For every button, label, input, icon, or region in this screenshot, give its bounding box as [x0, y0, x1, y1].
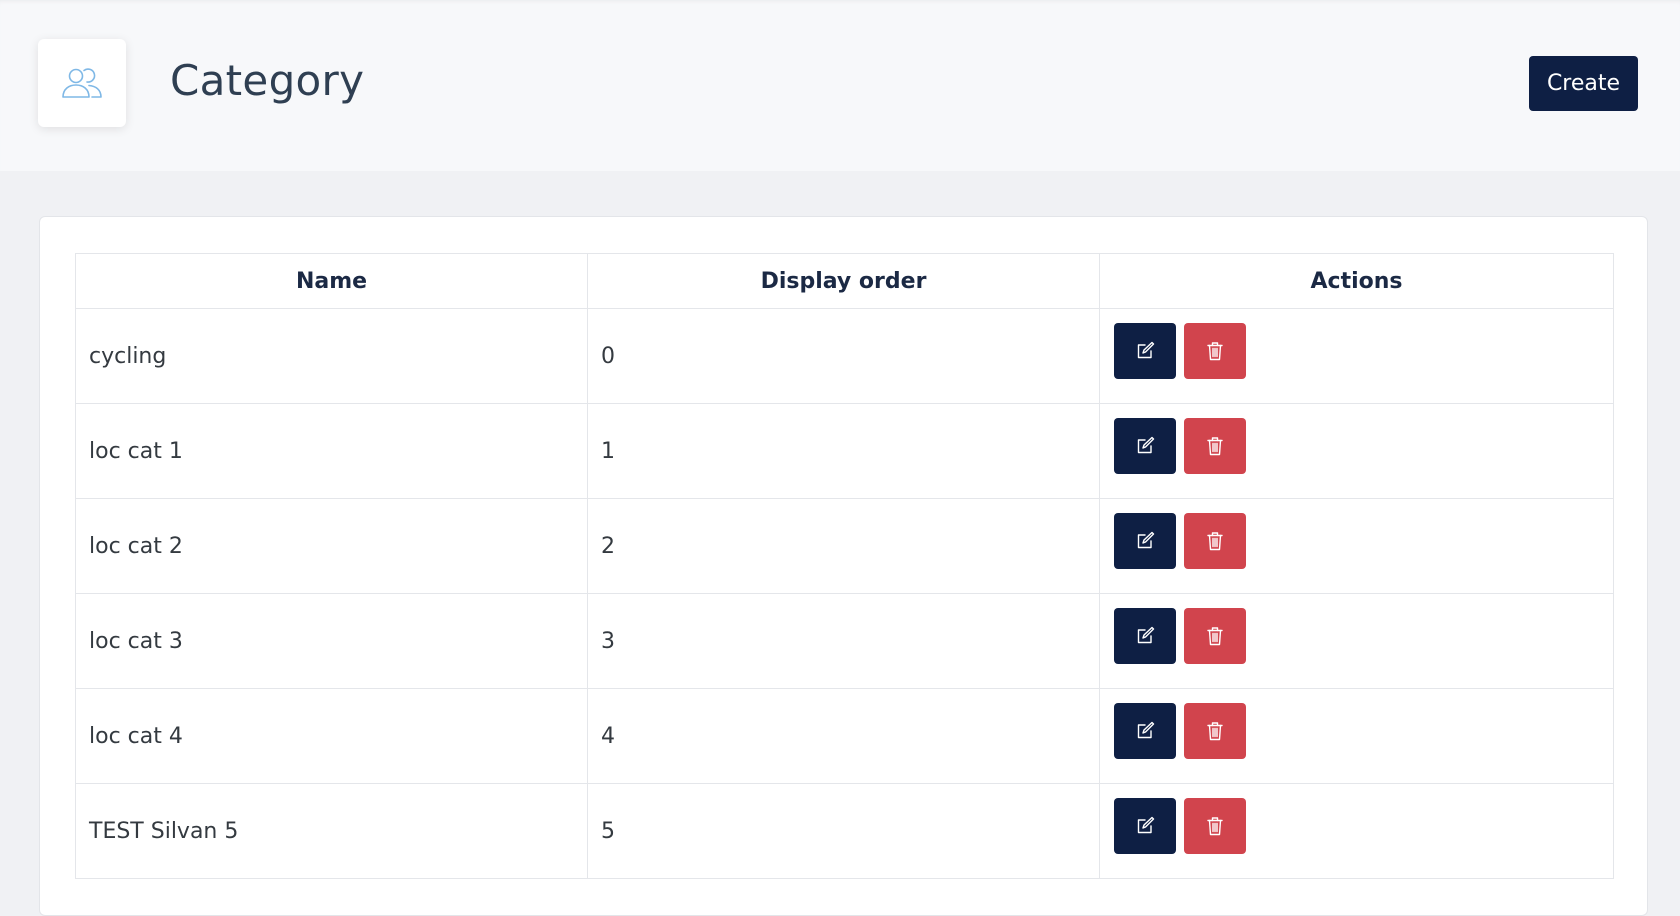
edit-icon	[1137, 721, 1155, 739]
delete-button[interactable]	[1184, 323, 1246, 379]
edit-icon	[1137, 816, 1155, 834]
category-name-cell: cycling	[75, 308, 588, 404]
display-order-cell: 1	[587, 403, 1100, 499]
trash-icon	[1207, 437, 1223, 456]
column-header-display-order: Display order	[587, 253, 1100, 309]
edit-button[interactable]	[1114, 418, 1176, 474]
category-name-cell: loc cat 1	[75, 403, 588, 499]
category-table: Name Display order Actions cycling 0 loc c…	[75, 253, 1614, 879]
table-row: loc cat 33	[75, 593, 1614, 689]
trash-icon	[1207, 817, 1223, 836]
edit-button[interactable]	[1114, 608, 1176, 664]
edit-button[interactable]	[1114, 798, 1176, 854]
table-row: TEST Silvan 55	[75, 783, 1614, 879]
edit-icon	[1137, 436, 1155, 454]
table-row: cycling 0	[75, 308, 1614, 404]
trash-icon	[1207, 627, 1223, 646]
trash-icon	[1207, 722, 1223, 741]
delete-button[interactable]	[1184, 703, 1246, 759]
column-header-actions: Actions	[1099, 253, 1614, 309]
page-icon-tile	[38, 39, 126, 127]
actions-cell	[1099, 403, 1614, 499]
page-header: Category Create	[0, 0, 1680, 171]
actions-cell	[1099, 783, 1614, 879]
edit-icon	[1137, 531, 1155, 549]
category-name-cell: loc cat 2	[75, 498, 588, 594]
actions-cell	[1099, 308, 1614, 404]
category-name-cell: TEST Silvan 5	[75, 783, 588, 879]
table-row: loc cat 44	[75, 688, 1614, 784]
category-name-cell: loc cat 4	[75, 688, 588, 784]
content-card: Name Display order Actions cycling 0 loc c…	[39, 216, 1648, 916]
actions-cell	[1099, 498, 1614, 594]
trash-icon	[1207, 532, 1223, 551]
actions-cell	[1099, 593, 1614, 689]
edit-button[interactable]	[1114, 513, 1176, 569]
trash-icon	[1207, 342, 1223, 361]
edit-icon	[1137, 341, 1155, 359]
delete-button[interactable]	[1184, 418, 1246, 474]
display-order-cell: 3	[587, 593, 1100, 689]
table-header-row: Name Display order Actions	[75, 253, 1614, 309]
category-name-cell: loc cat 3	[75, 593, 588, 689]
table-row: loc cat 11	[75, 403, 1614, 499]
display-order-cell: 5	[587, 783, 1100, 879]
actions-cell	[1099, 688, 1614, 784]
delete-button[interactable]	[1184, 798, 1246, 854]
delete-button[interactable]	[1184, 608, 1246, 664]
column-header-name: Name	[75, 253, 588, 309]
users-icon	[62, 68, 102, 98]
page-title: Category	[170, 56, 365, 105]
display-order-cell: 2	[587, 498, 1100, 594]
edit-button[interactable]	[1114, 703, 1176, 759]
display-order-cell: 0	[587, 308, 1100, 404]
table-row: loc cat 22	[75, 498, 1614, 594]
delete-button[interactable]	[1184, 513, 1246, 569]
create-button[interactable]: Create	[1529, 56, 1638, 111]
edit-button[interactable]	[1114, 323, 1176, 379]
display-order-cell: 4	[587, 688, 1100, 784]
edit-icon	[1137, 626, 1155, 644]
